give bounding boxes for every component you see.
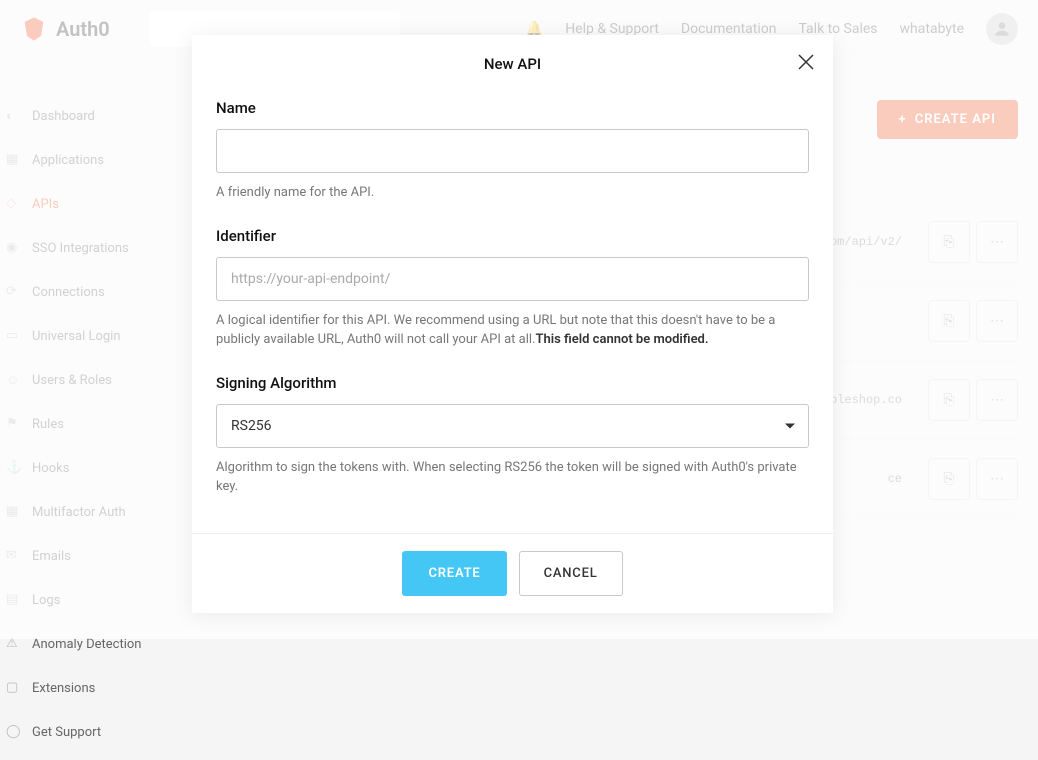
name-help: A friendly name for the API.	[216, 183, 809, 203]
algorithm-label: Signing Algorithm	[216, 374, 809, 392]
sidebar-item-extensions[interactable]: ▢Extensions	[0, 672, 180, 704]
algorithm-help: Algorithm to sign the tokens with. When …	[216, 458, 809, 497]
name-input[interactable]	[216, 129, 809, 173]
new-api-modal: New API Name A friendly name for the API…	[192, 35, 833, 613]
support-icon: ◯	[6, 724, 22, 740]
modal-footer: CREATE CANCEL	[192, 533, 833, 613]
extensions-icon: ▢	[6, 680, 22, 696]
name-label: Name	[216, 99, 809, 117]
close-icon	[797, 53, 815, 71]
sidebar-item-support[interactable]: ◯Get Support	[0, 716, 180, 748]
cancel-button[interactable]: CANCEL	[519, 551, 623, 596]
algorithm-group: Signing Algorithm RS256 Algorithm to sig…	[216, 374, 809, 497]
modal-title: New API	[192, 55, 833, 73]
algorithm-select-wrap: RS256	[216, 404, 809, 448]
modal-body: Name A friendly name for the API. Identi…	[192, 87, 833, 533]
identifier-group: Identifier A logical identifier for this…	[216, 227, 809, 350]
name-group: Name A friendly name for the API.	[216, 99, 809, 203]
identifier-input[interactable]	[216, 257, 809, 301]
modal-header: New API	[192, 35, 833, 87]
algorithm-select[interactable]: RS256	[216, 404, 809, 448]
close-button[interactable]	[797, 53, 815, 71]
identifier-label: Identifier	[216, 227, 809, 245]
identifier-help: A logical identifier for this API. We re…	[216, 311, 809, 350]
create-button[interactable]: CREATE	[402, 551, 506, 596]
